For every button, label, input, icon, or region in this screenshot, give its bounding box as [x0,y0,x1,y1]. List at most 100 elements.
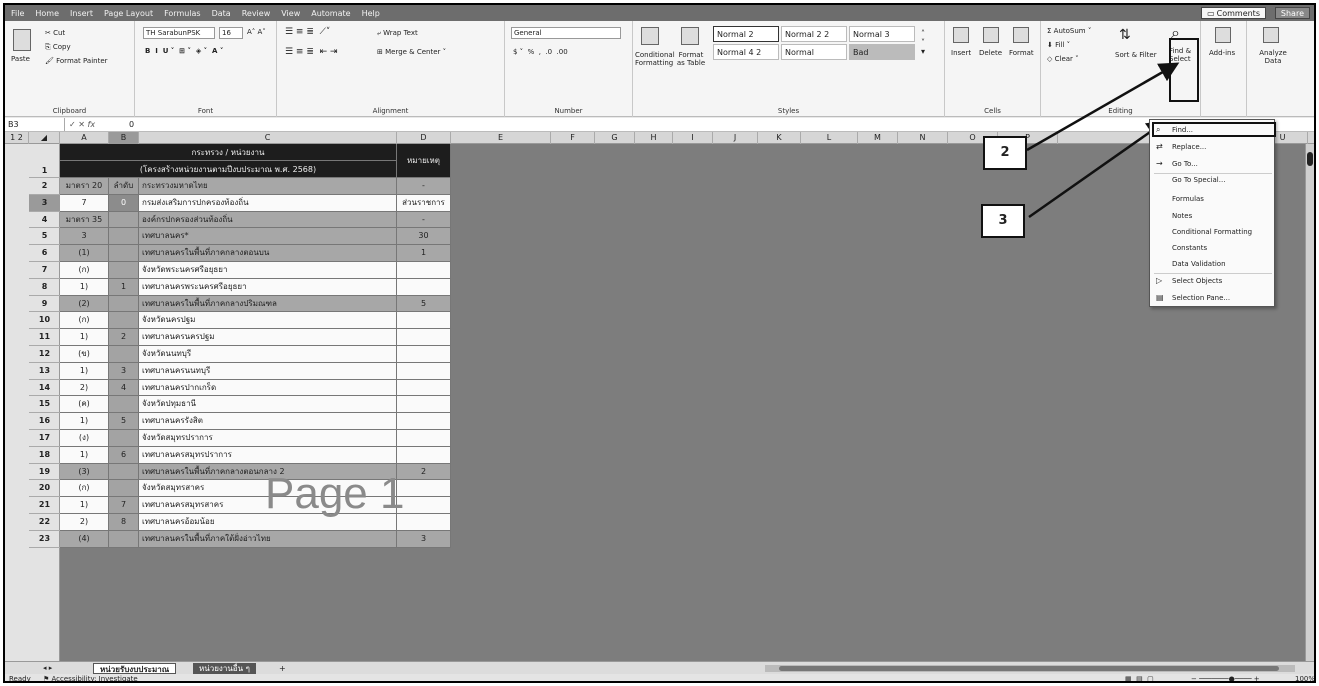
menu-item-replace[interactable]: ⇄ Replace... [1150,140,1274,154]
cell-c9[interactable]: เทศบาลนครในพื้นที่ภาคกลางปริมณฑล [139,295,397,313]
menu-tab-automate[interactable]: Automate [311,9,350,18]
cell-a7[interactable]: (ก) [60,262,109,279]
insert-button[interactable]: Insert [951,49,971,57]
cell-b17[interactable] [109,430,139,447]
number-format-buttons[interactable]: $ ˅ % , .0 .00 [513,48,568,56]
addins-button[interactable]: Add-ins [1209,49,1235,57]
cell-d15[interactable] [397,396,451,414]
menu-item-go-to-special[interactable]: Go To Special... [1150,173,1274,187]
cell-a3[interactable]: 7 [60,194,109,212]
cell-a6[interactable]: (1) [60,245,109,262]
cell-d10[interactable] [397,312,451,330]
menu-tab-insert[interactable]: Insert [70,9,93,18]
addins-icon[interactable] [1215,27,1231,43]
cell-d7[interactable] [397,262,451,279]
cell-d18[interactable] [397,446,451,464]
fx-icon[interactable]: ✓ ✕ fx [65,120,125,129]
view-buttons[interactable]: ▦ ▤ ▢ [1125,674,1154,681]
formula-input[interactable]: 0 [125,120,134,129]
row-header-14[interactable]: 14 [29,380,60,397]
sort-filter-icon[interactable]: ⇅ [1119,27,1131,43]
clear-button[interactable]: ◇ Clear ˅ [1047,55,1079,63]
menu-tab-page-layout[interactable]: Page Layout [104,9,153,18]
row-header-5[interactable]: 5 [29,228,60,246]
cut-button[interactable]: ✂ Cut [45,29,65,37]
cell-c14[interactable]: เทศบาลนครปากเกร็ด [139,379,397,397]
col-header-l[interactable]: L [801,132,858,144]
cell-a9[interactable]: (2) [60,295,109,313]
col-header-d[interactable]: D [397,132,451,144]
format-painter-button[interactable]: 🖌 Format Painter [45,57,108,65]
copy-button[interactable]: ⎘ Copy [45,43,71,52]
cell-b15[interactable] [109,396,139,414]
cell-d8[interactable] [397,278,451,296]
cell-c12[interactable]: จังหวัดนนทบุรี [139,346,397,363]
align-center-icon[interactable]: ☰ ≡ ≣ ⇤ ⇥ [285,47,338,57]
cell-c6[interactable]: เทศบาลนครในพื้นที่ภาคกลางตอนบน [139,245,397,262]
share-button[interactable]: Share [1274,7,1310,19]
menu-item-selection-pane[interactable]: ▤ Selection Pane... [1150,291,1274,305]
cell-b16[interactable]: 5 [109,413,139,430]
row-header-9[interactable]: 9 [29,296,60,313]
cell-d16[interactable] [397,413,451,430]
row-header-1[interactable]: 1 [29,144,60,178]
cell-a20[interactable]: (ก) [60,480,109,498]
cell-d4[interactable]: - [397,211,451,229]
cell-b18[interactable]: 6 [109,446,139,464]
fill-button[interactable]: ⬇ Fill ˅ [1047,41,1070,49]
row-header-2[interactable]: 2 [29,178,60,195]
row-header-15[interactable]: 15 [29,396,60,414]
cell-b10[interactable] [109,312,139,330]
row-header-13[interactable]: 13 [29,363,60,380]
cell-b21[interactable]: 7 [109,497,139,514]
style-normal-4-2[interactable]: Normal 4 2 [713,44,779,60]
format-as-table-icon[interactable] [681,27,699,45]
row-header-19[interactable]: 19 [29,464,60,481]
style-normal[interactable]: Normal [781,44,847,60]
scroll-thumb[interactable] [1307,152,1313,166]
cell-a13[interactable]: 1) [60,362,109,380]
cell-d12[interactable] [397,346,451,363]
menu-item-go-to[interactable]: → Go To... [1150,157,1274,171]
cell-b7[interactable] [109,262,139,279]
align-top-icon[interactable]: ☰ ≡ ≣ ⟋˅ [285,27,330,37]
sheet-grid[interactable]: 1 2 3 4 5 6 7 8 9 10 11 12 13 14 15 16 17 18 19 20 21 22 23 กร… [5,144,1314,661]
row-header-22[interactable]: 22 [29,514,60,531]
cell-d22[interactable] [397,514,451,531]
number-format-select[interactable]: General [511,27,621,39]
row-header-10[interactable]: 10 [29,312,60,330]
select-all-corner[interactable]: ◢ [29,132,60,144]
cell-a15[interactable]: (ค) [60,396,109,414]
menu-item-data-validation[interactable]: Data Validation [1150,257,1274,271]
cell-b4[interactable] [109,211,139,229]
cell-a2[interactable]: มาตรา 20 [60,178,109,195]
menu-item-notes[interactable]: Notes [1150,209,1274,223]
cell-a17[interactable]: (ง) [60,430,109,447]
cell-a23[interactable]: (4) [60,530,109,548]
cell-c7[interactable]: จังหวัดพระนครศรีอยุธยา [139,262,397,279]
col-header-c[interactable]: C [139,132,397,144]
col-header-m[interactable]: M [858,132,898,144]
cell-a18[interactable]: 1) [60,446,109,464]
menu-tab-formulas[interactable]: Formulas [164,9,201,18]
cell-d21[interactable] [397,497,451,514]
cell-c10[interactable]: จังหวัดนครปฐม [139,312,397,330]
header-note-cell[interactable]: หมายเหตุ [397,144,451,178]
scroll-thumb[interactable] [779,666,1279,671]
delete-button[interactable]: Delete [979,49,1002,57]
conditional-formatting-icon[interactable] [641,27,659,45]
cell-b19[interactable] [109,463,139,481]
menu-tab-home[interactable]: Home [35,9,59,18]
cell-c17[interactable]: จังหวัดสมุทรปราการ [139,430,397,447]
row-header-6[interactable]: 6 [29,245,60,262]
cell-a12[interactable]: (ข) [60,346,109,363]
col-header-j[interactable]: J [713,132,758,144]
conditional-formatting-button[interactable]: Conditional Formatting [635,51,675,67]
cell-d14[interactable] [397,379,451,397]
wrap-text-button[interactable]: ⤶ Wrap Text [377,29,418,38]
cell-b6[interactable] [109,245,139,262]
cell-a16[interactable]: 1) [60,413,109,430]
style-normal-2-2[interactable]: Normal 2 2 [781,26,847,42]
menu-tab-view[interactable]: View [281,9,300,18]
font-name-select[interactable]: TH SarabunPSK [143,27,215,39]
